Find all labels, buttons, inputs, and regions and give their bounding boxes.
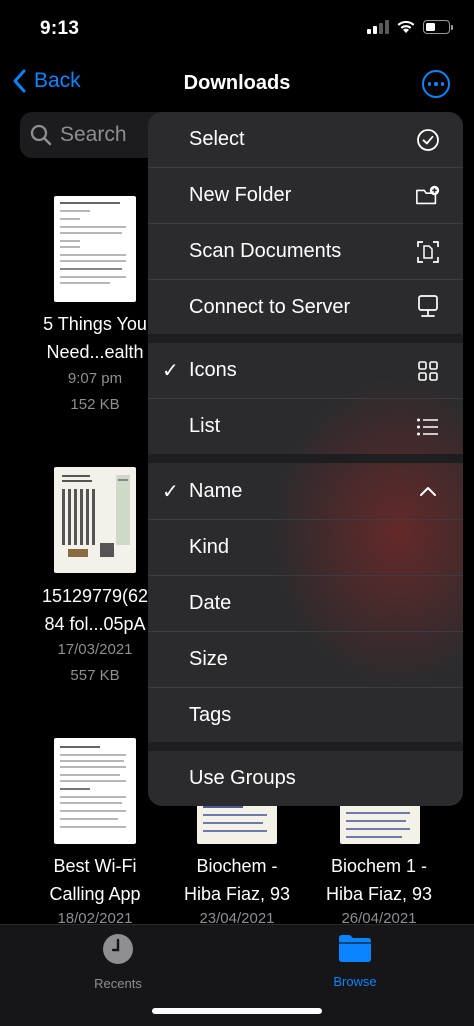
menu-item-connect-to-server[interactable]: Connect to Server bbox=[148, 280, 463, 334]
document-scan-icon bbox=[415, 239, 441, 265]
document-thumbnail bbox=[54, 738, 136, 844]
menu-item-view-icons[interactable]: ✓ Icons bbox=[148, 343, 463, 398]
menu-item-label: Icons bbox=[189, 359, 237, 381]
tab-recents[interactable]: Recents bbox=[58, 933, 178, 991]
menu-item-label: Scan Documents bbox=[189, 240, 342, 262]
folder-icon bbox=[339, 935, 371, 962]
more-options-button[interactable] bbox=[422, 70, 450, 98]
grid-icon bbox=[415, 358, 441, 384]
home-indicator bbox=[152, 1008, 322, 1014]
menu-item-sort-kind[interactable]: Kind bbox=[148, 520, 463, 575]
page-title: Downloads bbox=[183, 72, 291, 94]
menu-item-label: Use Groups bbox=[189, 767, 296, 789]
search-icon bbox=[30, 124, 52, 146]
chevron-up-icon bbox=[415, 478, 441, 504]
options-menu: Select New Folder Scan Documents Connect… bbox=[148, 112, 463, 806]
menu-item-label: Connect to Server bbox=[189, 295, 351, 318]
status-time: 9:13 bbox=[40, 18, 80, 39]
menu-item-label: New Folder bbox=[189, 184, 292, 206]
battery-icon bbox=[423, 19, 453, 34]
menu-item-label: List bbox=[189, 415, 221, 437]
menu-item-sort-name[interactable]: ✓ Name bbox=[148, 463, 463, 519]
menu-item-label: Name bbox=[189, 479, 243, 502]
file-name: Best Wi-Fi bbox=[53, 856, 137, 876]
file-name: Hiba Fiaz, 93 bbox=[183, 884, 291, 904]
ellipsis-icon bbox=[427, 82, 432, 86]
menu-item-view-list[interactable]: List bbox=[148, 399, 463, 454]
file-name: Biochem 1 - bbox=[330, 856, 428, 876]
document-thumbnail bbox=[54, 467, 136, 573]
clock-icon bbox=[103, 934, 133, 964]
tab-label: Recents bbox=[94, 976, 142, 991]
menu-item-use-groups[interactable]: Use Groups bbox=[148, 751, 463, 806]
folder-plus-icon bbox=[415, 183, 441, 209]
menu-item-label: Date bbox=[189, 592, 232, 614]
status-bar: 9:13 bbox=[0, 0, 474, 54]
document-thumbnail bbox=[54, 196, 136, 302]
navigation-bar: Back Downloads bbox=[0, 60, 474, 108]
menu-item-sort-size[interactable]: Size bbox=[148, 632, 463, 687]
tab-label: Browse bbox=[333, 974, 377, 989]
menu-item-label: Kind bbox=[189, 536, 230, 558]
checkmark-circle-icon bbox=[415, 127, 441, 153]
menu-item-sort-tags[interactable]: Tags bbox=[148, 688, 463, 742]
checkmark-icon: ✓ bbox=[162, 480, 179, 503]
cellular-signal-icon bbox=[367, 19, 389, 34]
menu-item-label: Select bbox=[189, 128, 245, 150]
file-name: Hiba Fiaz, 93 bbox=[325, 884, 433, 904]
file-name: Biochem - bbox=[196, 856, 278, 876]
menu-item-select[interactable]: Select bbox=[148, 112, 463, 167]
file-name: Calling App bbox=[49, 884, 141, 904]
menu-item-new-folder[interactable]: New Folder bbox=[148, 168, 463, 223]
menu-item-sort-date[interactable]: Date bbox=[148, 576, 463, 631]
menu-item-scan-documents[interactable]: Scan Documents bbox=[148, 224, 463, 279]
menu-item-label: Tags bbox=[189, 703, 232, 726]
tab-browse[interactable]: Browse bbox=[295, 933, 415, 989]
search-placeholder: Search bbox=[60, 123, 127, 146]
wifi-icon bbox=[397, 20, 415, 33]
menu-item-label: Size bbox=[189, 648, 228, 670]
list-icon bbox=[415, 414, 441, 440]
display-server-icon bbox=[415, 294, 441, 320]
checkmark-icon: ✓ bbox=[162, 360, 179, 382]
